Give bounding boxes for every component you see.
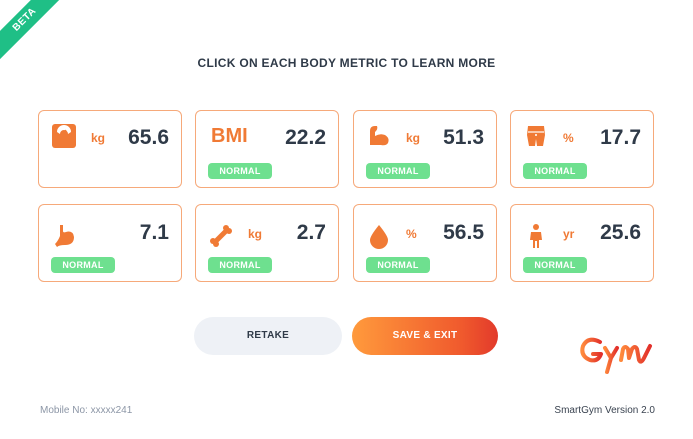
metric-card-weight[interactable]: kg 65.6 <box>38 110 182 188</box>
scale-icon <box>51 123 77 149</box>
status-badge: NORMAL <box>208 257 272 273</box>
metric-unit: kg <box>91 131 106 145</box>
smartgym-logo <box>578 332 658 380</box>
body-fat-icon <box>523 123 549 149</box>
status-badge: NORMAL <box>523 257 587 273</box>
metric-card-body-fat[interactable]: % 17.7 NORMAL <box>510 110 654 188</box>
status-badge: NORMAL <box>208 163 272 179</box>
metric-card-metabolic-age[interactable]: yr 25.6 NORMAL <box>510 204 654 282</box>
metric-value: 2.7 <box>296 221 326 244</box>
metric-value: 7.1 <box>139 221 169 244</box>
app-version: SmartGym Version 2.0 <box>554 405 655 416</box>
page-headline: CLICK ON EACH BODY METRIC TO LEARN MORE <box>197 56 496 70</box>
metric-value: 17.7 <box>600 126 641 149</box>
metric-unit: yr <box>563 227 575 241</box>
save-exit-button[interactable]: SAVE & EXIT <box>352 317 498 355</box>
metric-unit: % <box>563 131 574 145</box>
status-badge: NORMAL <box>51 257 115 273</box>
person-icon <box>523 223 549 249</box>
status-badge: NORMAL <box>366 163 430 179</box>
metric-card-muscle[interactable]: kg 51.3 NORMAL <box>353 110 497 188</box>
status-badge: NORMAL <box>366 257 430 273</box>
retake-button[interactable]: RETAKE <box>194 317 342 355</box>
metric-value: 51.3 <box>443 126 484 149</box>
muscle-icon <box>366 123 392 149</box>
stomach-icon <box>51 223 77 249</box>
metric-card-bone-mass[interactable]: kg 2.7 NORMAL <box>195 204 339 282</box>
metric-value: 25.6 <box>600 221 641 244</box>
metric-value: 22.2 <box>285 126 326 149</box>
metric-card-water[interactable]: % 56.5 NORMAL <box>353 204 497 282</box>
bone-icon <box>208 223 234 249</box>
metric-value: 56.5 <box>443 221 484 244</box>
metric-card-visceral-fat[interactable]: 7.1 NORMAL <box>38 204 182 282</box>
bmi-label: BMI <box>211 125 248 147</box>
mobile-number: Mobile No: xxxxx241 <box>40 405 133 416</box>
metric-unit: kg <box>406 131 421 145</box>
metric-unit: % <box>406 227 417 241</box>
metric-value: 65.6 <box>128 126 169 149</box>
metric-card-bmi[interactable]: BMI 22.2 NORMAL <box>195 110 339 188</box>
metric-unit: kg <box>248 227 263 241</box>
water-drop-icon <box>366 223 392 249</box>
status-badge: NORMAL <box>523 163 587 179</box>
